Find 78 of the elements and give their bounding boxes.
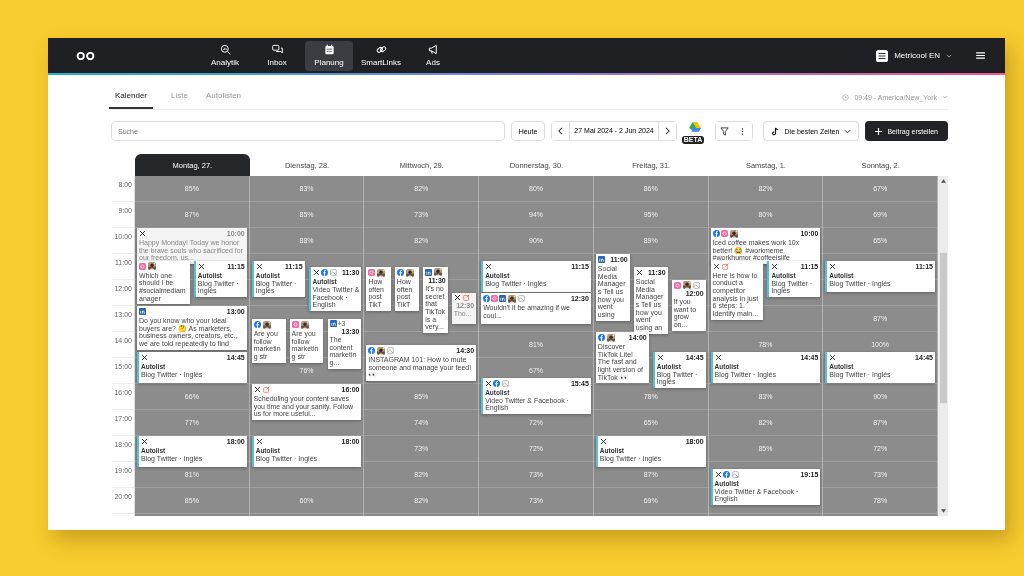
scroll-up-icon[interactable] [940,179,946,183]
camera-square-icon [491,295,499,302]
edit-icon [721,262,729,270]
scroll-down-icon[interactable] [940,509,946,513]
x-icon [829,353,837,361]
image-icon [518,295,526,302]
in-square-icon [139,308,146,315]
chain-link-icon [375,44,387,55]
f-circle-icon [493,379,501,387]
image-icon [387,347,395,354]
music-note-icon [770,126,780,136]
f-circle-icon [396,269,404,276]
filter-icon [720,126,730,136]
x-icon [714,470,722,478]
f-circle-icon [253,321,261,328]
x-icon [197,262,205,270]
x-icon [714,353,722,361]
account-name[interactable]: Metricool EN [894,51,940,60]
x-icon [139,230,146,237]
x-icon [599,438,607,445]
x-icon [771,262,779,270]
x-icon [656,353,664,361]
nav-item[interactable]: Analytik [201,40,249,71]
x-icon [829,262,837,270]
plus-icon [875,127,883,135]
f-circle-icon [712,230,720,237]
x-icon [485,262,493,270]
in-square-icon [329,320,337,327]
camera-square-icon [368,269,376,276]
caret-icon [844,128,852,134]
x-icon [253,386,261,393]
clock-icon [842,93,850,101]
nav-item[interactable]: Ads [409,40,457,71]
camera-square-icon [139,262,146,270]
in-square-icon [499,295,507,302]
camera-square-icon [291,321,299,328]
edit-icon [462,294,470,301]
caret-icon [946,53,952,58]
edit-icon [262,386,270,393]
view-tab[interactable]: Kalender [109,85,154,109]
menu-icon[interactable] [976,52,985,59]
chat-bubbles-icon [271,44,283,55]
chevron-left-icon [558,127,564,135]
x-icon [255,438,263,445]
f-circle-icon [368,347,376,354]
x-icon [255,262,263,270]
nav-item[interactable]: Inbox [253,40,301,71]
nav-item[interactable]: SmartLinks [357,40,405,71]
logo-icon[interactable] [76,50,95,61]
f-circle-icon [320,269,328,276]
f-circle-icon [597,334,605,341]
image-icon [731,470,739,478]
image-icon [329,269,337,276]
x-icon [312,269,320,276]
x-icon [635,269,643,276]
chevron-right-icon [664,127,670,135]
megaphone-icon [427,44,439,55]
image-icon [502,379,510,387]
x-icon [141,353,148,361]
image-icon [692,281,700,289]
x-icon [453,294,461,301]
f-circle-icon [483,295,491,302]
nav-item[interactable]: Planung [305,40,353,71]
magnifier-icon [219,44,231,55]
f-circle-icon [722,470,730,478]
in-square-icon [597,256,605,263]
x-icon [485,379,493,387]
more-icon [741,126,745,136]
scrollbar[interactable] [938,176,948,516]
camera-square-icon [673,281,681,289]
calendar-icon [323,44,335,55]
in-square-icon [425,268,433,276]
caret-icon [942,95,948,99]
camera-square-icon [720,230,728,237]
account-logo-icon [876,49,889,62]
x-icon [712,262,720,270]
x-icon [141,438,148,445]
triangle-logo-icon[interactable] [688,121,701,132]
